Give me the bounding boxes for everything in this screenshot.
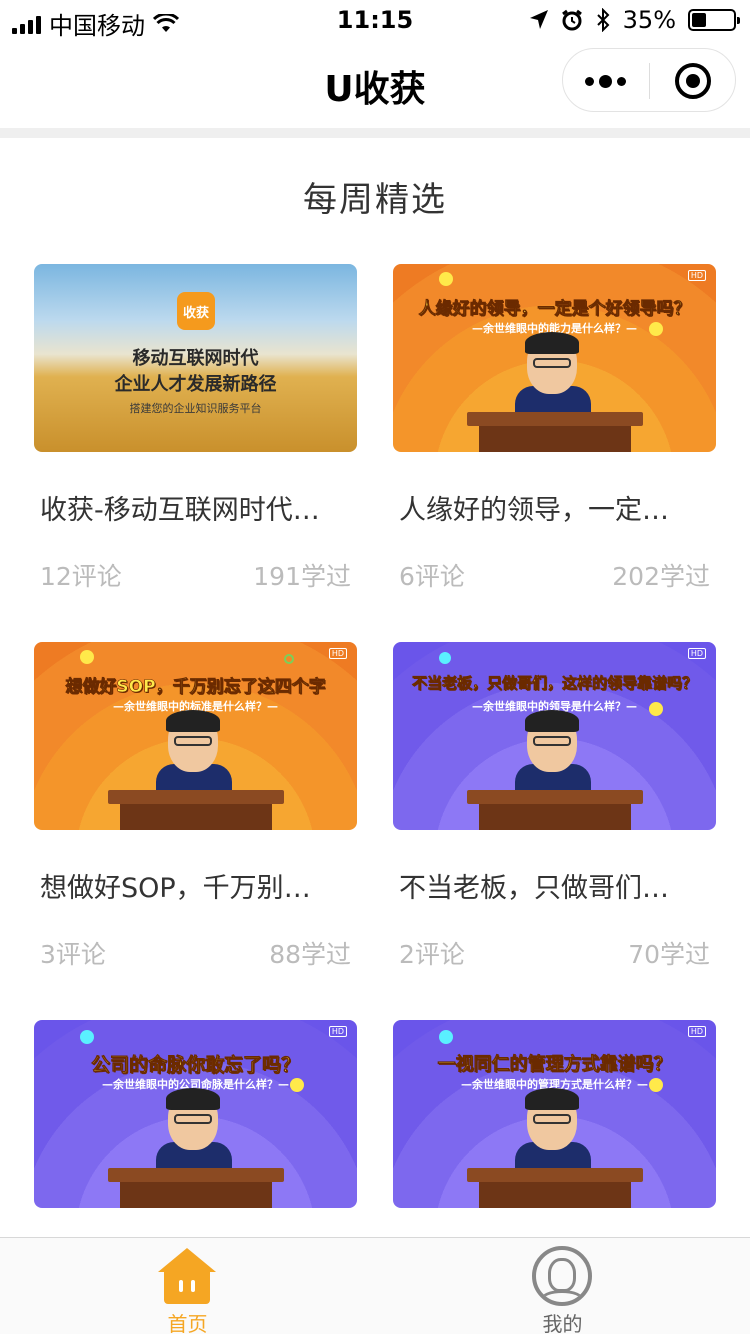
- thumbnail-headline-2: 企业人才发展新路径: [114, 374, 277, 395]
- hd-badge: HD: [687, 270, 706, 281]
- course-title: 收获-移动互联网时代…: [40, 495, 320, 526]
- course-card[interactable]: HD 人缘好的领导，一定是个好领导吗？ —余世维眼中的能力是什么样？— 人缘好的…: [393, 264, 716, 593]
- status-bar: 中国移动 11:15 35%: [0, 0, 750, 40]
- section-title: 每周精选: [303, 180, 447, 220]
- tab-label: 首页: [167, 1312, 208, 1336]
- course-title: 人缘好的领导，一定是…: [399, 495, 693, 526]
- tab-label: 我的: [542, 1312, 583, 1336]
- course-card[interactable]: 收获 移动互联网时代 企业人才发展新路径 搭建您的企业知识服务平台 收获-移动互…: [34, 264, 357, 593]
- more-menu-button[interactable]: [585, 71, 633, 91]
- app-logo: 收获: [177, 292, 215, 330]
- mini-program-capsule: [562, 48, 736, 112]
- thumbnail-headline: 移动互联网时代: [132, 348, 259, 369]
- capsule-divider: [649, 63, 650, 99]
- hd-badge: HD: [687, 1026, 706, 1037]
- course-thumbnail: HD 想做好SOP，千万别忘了这四个字 —余世维眼中的标准是什么样？—: [34, 642, 357, 830]
- bluetooth-icon: [596, 8, 610, 32]
- podium-illustration: [467, 1168, 643, 1208]
- course-card[interactable]: HD 公司的命脉你敢忘了吗？ —余世维眼中的公司命脉是什么样？—: [34, 1020, 357, 1208]
- comment-count: 2评论: [399, 940, 465, 969]
- home-icon: [158, 1248, 216, 1306]
- course-card[interactable]: HD 一视同仁的管理方式靠谱吗？ —余世维眼中的管理方式是什么样？—: [393, 1020, 716, 1208]
- comment-count: 3评论: [40, 940, 106, 969]
- close-mini-program-button[interactable]: [675, 63, 711, 99]
- thumbnail-headline: 人缘好的领导，一定是个好领导吗？: [418, 299, 691, 320]
- course-thumbnail: HD 人缘好的领导，一定是个好领导吗？ —余世维眼中的能力是什么样？—: [393, 264, 716, 452]
- thumbnail-headline: 不当老板，只做哥们，这样的领导靠谱吗？: [411, 674, 698, 693]
- tab-profile[interactable]: 我的: [375, 1238, 750, 1336]
- location-arrow-icon: [529, 10, 548, 29]
- presenter-illustration: [156, 710, 232, 794]
- hd-badge: HD: [687, 648, 706, 659]
- learner-count: 202学过: [612, 562, 710, 591]
- presenter-illustration: [515, 332, 591, 416]
- learner-count: 88学过: [269, 940, 351, 969]
- alarm-icon: [561, 9, 582, 31]
- thumbnail-headline: 一视同仁的管理方式靠谱吗？: [437, 1054, 672, 1076]
- podium-illustration: [467, 412, 643, 452]
- course-card[interactable]: HD 不当老板，只做哥们，这样的领导靠谱吗？ —余世维眼中的领导是什么样？— 不…: [393, 642, 716, 971]
- tab-bar: 首页 我的: [0, 1237, 750, 1336]
- thumbnail-headline: 想做好SOP，千万别忘了这四个字: [65, 677, 326, 698]
- course-title: 想做好SOP，千万别忘…: [40, 873, 334, 904]
- podium-illustration: [108, 1168, 284, 1208]
- navigation-bar: U收获: [0, 40, 750, 128]
- presenter-illustration: [515, 1088, 591, 1172]
- tab-home[interactable]: 首页: [0, 1238, 375, 1336]
- profile-icon: [532, 1246, 592, 1306]
- course-thumbnail: HD 公司的命脉你敢忘了吗？ —余世维眼中的公司命脉是什么样？—: [34, 1020, 357, 1208]
- thumbnail-subline: 搭建您的企业知识服务平台: [129, 402, 262, 415]
- header-separator: [0, 128, 750, 138]
- hd-badge: HD: [328, 648, 347, 659]
- comment-count: 6评论: [399, 562, 465, 591]
- podium-illustration: [467, 790, 643, 830]
- course-thumbnail: HD 不当老板，只做哥们，这样的领导靠谱吗？ —余世维眼中的领导是什么样？—: [393, 642, 716, 830]
- podium-illustration: [108, 790, 284, 830]
- battery-icon: [688, 9, 740, 31]
- course-title: 不当老板，只做哥们，…: [399, 873, 693, 904]
- comment-count: 12评论: [40, 562, 122, 591]
- presenter-illustration: [515, 710, 591, 794]
- learner-count: 191学过: [253, 562, 351, 591]
- learner-count: 70学过: [628, 940, 710, 969]
- battery-percent: 35%: [622, 6, 676, 34]
- course-card[interactable]: HD 想做好SOP，千万别忘了这四个字 —余世维眼中的标准是什么样？— 想做好S…: [34, 642, 357, 971]
- hd-badge: HD: [328, 1026, 347, 1037]
- presenter-illustration: [156, 1088, 232, 1172]
- course-thumbnail: 收获 移动互联网时代 企业人才发展新路径 搭建您的企业知识服务平台: [34, 264, 357, 452]
- course-thumbnail: HD 一视同仁的管理方式靠谱吗？ —余世维眼中的管理方式是什么样？—: [393, 1020, 716, 1208]
- thumbnail-headline: 公司的命脉你敢忘了吗？: [90, 1054, 301, 1077]
